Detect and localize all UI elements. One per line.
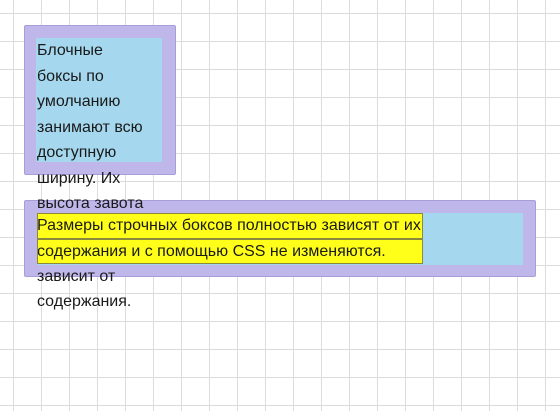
block-text-line: умолчанию bbox=[37, 93, 121, 110]
block-text-line: занимают всю bbox=[37, 118, 143, 136]
inline-highlight-line: Размеры строчных боксов полностью завися… bbox=[37, 213, 423, 239]
block-text-line: доступную bbox=[37, 144, 117, 161]
overflow-text-line: зависит от bbox=[37, 268, 116, 285]
block-text-line: боксы по bbox=[37, 67, 104, 85]
inline-box-text: Размеры строчных боксов полностью завися… bbox=[37, 213, 423, 264]
block-text-line: ширину. Их bbox=[37, 169, 121, 187]
block-box-text: Блочные боксы по умолчанию занимают всю … bbox=[37, 38, 143, 217]
block-text-line: Блочные bbox=[37, 42, 103, 59]
overflow-text-line: содержания. bbox=[37, 293, 132, 310]
inline-highlight-line: содержания и с помощью CSS не изменяются… bbox=[37, 238, 423, 264]
